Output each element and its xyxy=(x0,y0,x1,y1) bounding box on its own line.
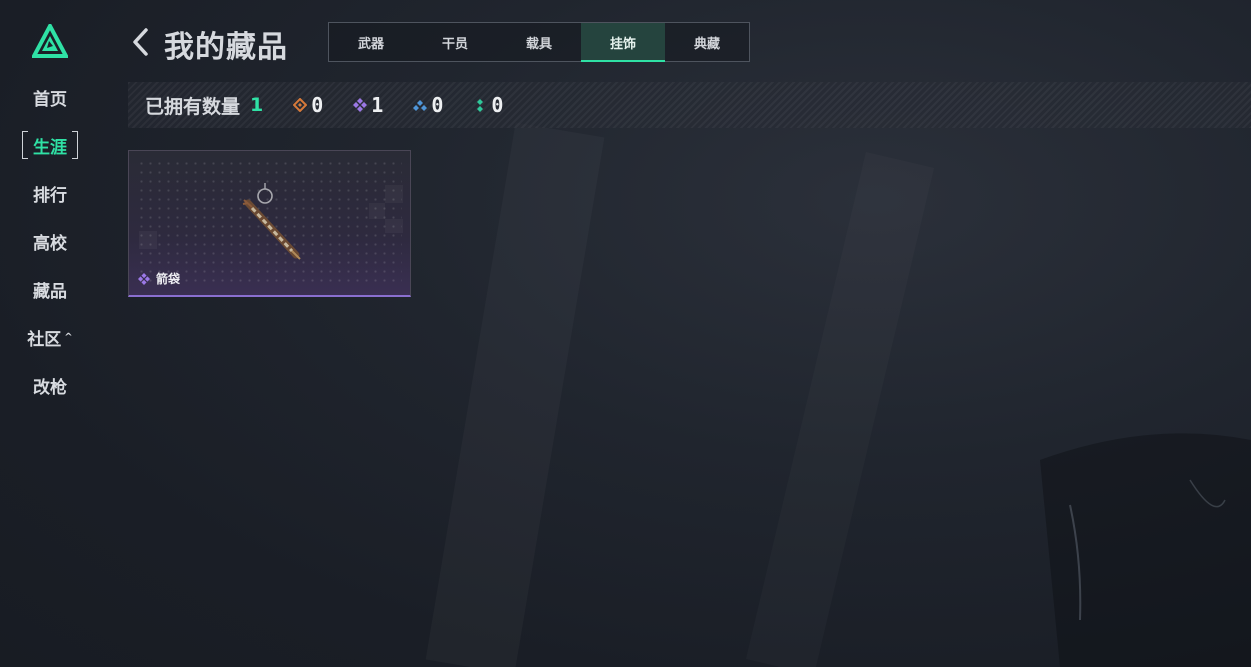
sidebar-item-collection[interactable]: 藏品 xyxy=(22,275,78,303)
sidebar-item-label: 首页 xyxy=(33,89,67,110)
sidebar-item-home[interactable]: 首页 xyxy=(22,83,78,111)
owned-label: 已拥有数量 xyxy=(145,95,241,118)
sidebar: 首页 生涯 排行 高校 藏品 社区 ^ 改枪 xyxy=(0,0,100,667)
triangle-logo-icon[interactable] xyxy=(32,24,68,58)
tab-operators[interactable]: 干员 xyxy=(413,23,497,61)
tab-weapons[interactable]: 武器 xyxy=(329,23,413,61)
page-title: 我的藏品 xyxy=(164,30,288,65)
card-decoration xyxy=(385,185,403,203)
sidebar-item-label: 生涯 xyxy=(33,137,67,158)
orange-diamond-icon xyxy=(293,98,308,112)
sidebar-item-label: 排行 xyxy=(33,185,67,206)
category-tabs: 武器 干员 载具 挂饰 典藏 xyxy=(328,22,750,62)
rarity-green: 0 xyxy=(473,93,503,117)
rarity-count: 0 xyxy=(491,93,504,117)
sidebar-item-university[interactable]: 高校 xyxy=(22,227,78,255)
rarity-count: 0 xyxy=(311,93,324,117)
card-decoration xyxy=(385,219,403,233)
rarity-blue: 0 xyxy=(413,93,443,117)
rarity-purple: 1 xyxy=(353,93,383,117)
item-label: 箭袋 xyxy=(138,270,180,287)
sidebar-item-label: 藏品 xyxy=(33,281,67,302)
sidebar-item-label: 改枪 xyxy=(33,377,67,398)
card-decoration xyxy=(139,231,157,249)
sidebar-item-community[interactable]: 社区 ^ xyxy=(22,323,78,351)
sidebar-item-label: 高校 xyxy=(33,233,67,254)
sidebar-item-ranking[interactable]: 排行 xyxy=(22,179,78,207)
card-decoration xyxy=(369,203,385,219)
purple-gem-icon xyxy=(138,272,150,285)
caret-up-icon: ^ xyxy=(64,331,73,343)
chevron-left-icon[interactable] xyxy=(128,26,154,58)
ownership-stats-bar: 已拥有数量 1 0 1 0 0 xyxy=(128,82,1251,128)
rarity-orange: 0 xyxy=(293,93,323,117)
blue-gem-icon xyxy=(413,100,428,111)
purple-gem-icon xyxy=(353,98,368,112)
collection-item-card[interactable]: 箭袋 xyxy=(128,150,411,297)
owned-count: 1 xyxy=(250,94,264,116)
tab-charms[interactable]: 挂饰 xyxy=(581,23,665,62)
item-name: 箭袋 xyxy=(156,272,181,286)
tab-vehicles[interactable]: 载具 xyxy=(497,23,581,61)
rarity-count: 0 xyxy=(431,93,444,117)
sidebar-item-label: 社区 xyxy=(27,329,62,350)
quiver-charm-icon xyxy=(242,183,301,260)
green-gem-icon xyxy=(477,99,484,112)
rarity-count: 1 xyxy=(371,93,384,117)
sidebar-item-gunsmith[interactable]: 改枪 xyxy=(22,371,78,399)
sidebar-item-career[interactable]: 生涯 xyxy=(22,131,78,159)
tab-collectibles[interactable]: 典藏 xyxy=(665,23,749,61)
